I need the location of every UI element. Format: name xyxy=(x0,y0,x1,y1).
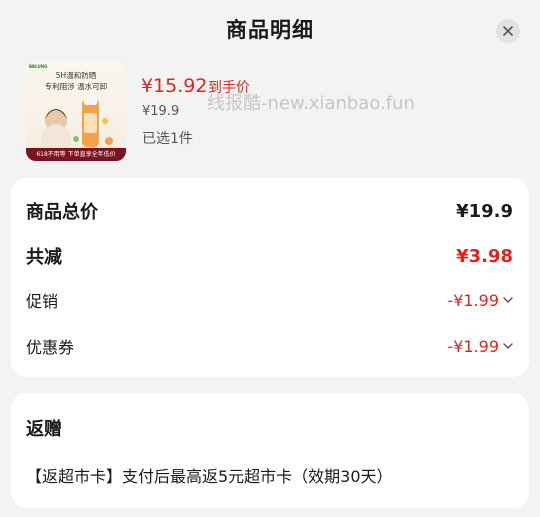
product-image-banner: 618不用等 下单直享全年低价 xyxy=(26,148,126,161)
sheet-header: 商品明细 xyxy=(0,0,540,58)
gift-description: 【返超市卡】支付后最高返5元超市卡（效期30天） xyxy=(26,467,393,486)
total-reduction-label: 共减 xyxy=(26,247,62,268)
total-price-row: 商品总价 ¥19.9 xyxy=(26,198,513,224)
close-icon xyxy=(503,26,513,36)
total-reduction-value: ¥3.98 xyxy=(456,245,513,267)
product-summary: BBLUNG 5H温和防晒 专利阻涉 温水可卸 618不用等 下单直享全年低价 … xyxy=(26,61,526,165)
selected-quantity: 已选1件 xyxy=(142,131,193,147)
watermark: 线报酷-new.xianbao.fun xyxy=(207,93,415,114)
chevron-down-icon xyxy=(503,342,513,350)
product-illustration xyxy=(40,97,113,149)
total-price-label: 商品总价 xyxy=(26,202,98,223)
total-reduction-row: 共减 ¥3.98 xyxy=(26,243,513,269)
coupon-label: 优惠券 xyxy=(26,338,75,357)
promotion-value: -¥1.99 xyxy=(447,290,499,310)
close-button[interactable] xyxy=(496,19,520,43)
chevron-down-icon xyxy=(503,296,513,304)
coupon-value: -¥1.99 xyxy=(447,336,499,356)
page-title: 商品明细 xyxy=(226,18,314,42)
product-image[interactable]: BBLUNG 5H温和防晒 专利阻涉 温水可卸 618不用等 下单直享全年低价 xyxy=(26,61,126,161)
gift-title: 返赠 xyxy=(26,419,62,440)
total-price-value: ¥19.9 xyxy=(456,200,513,222)
price-breakdown-card: 商品总价 ¥19.9 共减 ¥3.98 促销 -¥1.99 优惠券 -¥1.99 xyxy=(11,178,529,377)
promotion-row[interactable]: 促销 -¥1.99 xyxy=(26,288,513,312)
original-price: ¥19.9 xyxy=(142,104,180,119)
coupon-row[interactable]: 优惠券 -¥1.99 xyxy=(26,334,513,358)
promotion-label: 促销 xyxy=(26,292,59,311)
gift-card: 返赠 【返超市卡】支付后最高返5元超市卡（效期30天） xyxy=(11,393,529,508)
final-price: ¥15.92 xyxy=(141,75,208,97)
